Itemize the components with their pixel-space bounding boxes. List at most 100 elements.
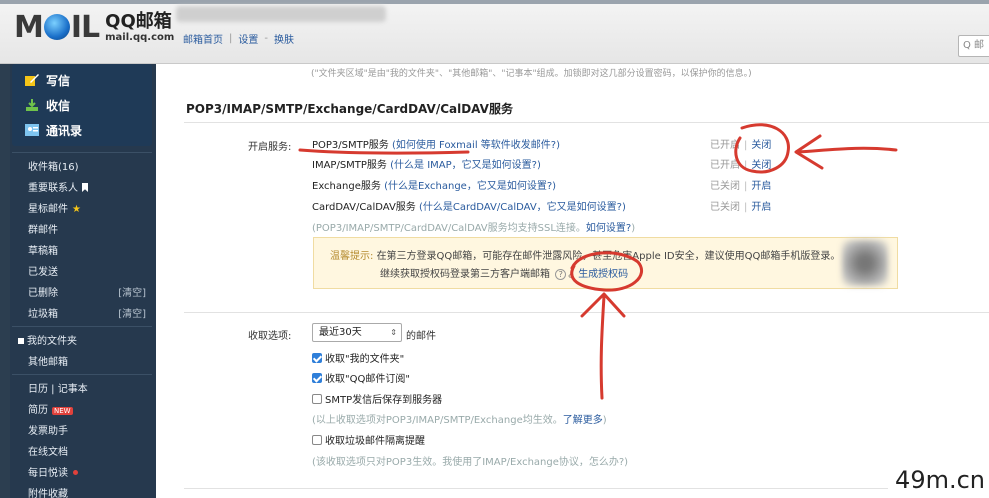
ssl-howto-link[interactable]: 如何设置? [586, 223, 631, 234]
blurred-account-info [176, 6, 386, 22]
folder-lock-note: ("文件夹区域"是由"我的文件夹"、"其他邮箱"、"记事本"组成。加锁即对这几部… [311, 69, 752, 79]
tip-prefix: 温馨提示: [330, 251, 374, 262]
service-name: POP3/SMTP服务 [312, 140, 389, 151]
logo-globe-icon [43, 14, 70, 40]
section-divider [184, 488, 989, 489]
service-row-pop3: POP3/SMTP服务 (如何使用 Foxmail 等软件收发邮件?) [312, 136, 560, 151]
sidebar-item-group-mail[interactable]: 群邮件 [12, 218, 152, 239]
inbox-download-icon [26, 99, 38, 111]
option-smtp-save[interactable]: SMTP发信后保存到服务器 [312, 391, 442, 406]
nav-home-link[interactable]: 邮箱首页 [183, 31, 223, 46]
sidebar-item-spam[interactable]: 垃圾箱 [清空] [12, 302, 152, 323]
sidebar-item-attachments[interactable]: 附件收藏 [12, 482, 152, 498]
sidebar-item-sent[interactable]: 已发送 [12, 260, 152, 281]
sidebar-divider [12, 326, 152, 327]
window-top-strip [0, 0, 989, 4]
service-help-link[interactable]: (什么是Exchange，它又是如何设置?) [384, 181, 556, 192]
enable-carddav-button[interactable]: 开启 [751, 202, 771, 213]
logo-wordmark: M IL [14, 10, 100, 45]
sidebar-item-calendar-notes[interactable]: 日历 | 记事本 [12, 377, 152, 398]
service-name: IMAP/SMTP服务 [312, 160, 387, 171]
compose-button[interactable]: 写信 [24, 68, 70, 92]
sidebar-item-other-mailbox[interactable]: 其他邮箱 [12, 350, 152, 371]
checkbox-checked[interactable] [312, 352, 322, 363]
checkbox-unchecked[interactable] [312, 393, 322, 404]
spam-note: (该收取选项只对POP3生效。我使用了IMAP/Exchange协议，怎么办?) [312, 457, 629, 468]
nav-settings-link[interactable]: 设置 [238, 31, 258, 46]
nav-separator: | [229, 33, 233, 44]
service-status-pop3: 已开启 | 关闭 [710, 140, 772, 151]
checkbox-unchecked[interactable] [312, 434, 322, 445]
empty-spam-link[interactable]: [清空] [118, 305, 146, 320]
service-name: Exchange服务 [312, 181, 381, 192]
receive-options-label: 收取选项: [248, 331, 292, 342]
service-row-exchange: Exchange服务 (什么是Exchange，它又是如何设置?) [312, 177, 556, 192]
service-row-imap: IMAP/SMTP服务 (什么是 IMAP，它又是如何设置?) [312, 156, 541, 171]
select-arrow-icon: ⇕ [390, 328, 397, 337]
search-input[interactable]: Q 邮 [958, 35, 989, 57]
sidebar-item-my-folders[interactable]: 我的文件夹 [12, 329, 152, 350]
sidebar-item-deleted[interactable]: 已删除 [清空] [12, 281, 152, 302]
service-status-imap: 已开启 | 关闭 [710, 160, 772, 171]
blurred-avatar [842, 240, 888, 286]
site-watermark: 49m.cn [895, 466, 985, 494]
option-my-folders[interactable]: 收取"我的文件夹" [312, 350, 404, 365]
nav-skin-link[interactable]: 换肤 [274, 31, 294, 46]
sidebar-item-daily-reading[interactable]: 每日悦读 [12, 461, 152, 482]
receive-range-select[interactable]: 最近30天 ⇕ [312, 323, 402, 342]
quick-actions: 写信 收信 通讯录 [12, 64, 152, 146]
receive-button[interactable]: 收信 [24, 93, 70, 117]
receive-suffix: 的邮件 [406, 331, 436, 342]
learn-more-link[interactable]: 了解更多 [563, 415, 603, 426]
option-qq-subscription[interactable]: 收取"QQ邮件订阅" [312, 370, 410, 385]
disable-imap-button[interactable]: 关闭 [751, 160, 771, 171]
tip-line-2: 继续获取授权码登录第三方客户端邮箱 ? 。生成授权码 [380, 269, 629, 280]
sidebar-divider [12, 374, 152, 375]
option-spam-reminder[interactable]: 收取垃圾邮件隔离提醒 [312, 432, 425, 447]
contacts-icon [25, 124, 39, 136]
sidebar: 写信 收信 通讯录 收件箱(16) 重要联系人 星标邮件 ★ 群邮件 草稿箱 已发… [0, 64, 160, 498]
unread-dot-icon [73, 470, 78, 475]
service-row-carddav: CardDAV/CalDAV服务 (什么是CardDAV/CalDAV，它又是如… [312, 198, 626, 213]
checkbox-checked[interactable] [312, 372, 322, 383]
logo-cn-text: QQ邮箱 [105, 11, 172, 32]
enable-exchange-button[interactable]: 开启 [751, 181, 771, 192]
options-note: (以上收取选项对POP3/IMAP/SMTP/Exchange均生效。了解更多) [312, 415, 607, 426]
sidebar-item-drafts[interactable]: 草稿箱 [12, 239, 152, 260]
open-service-label: 开启服务: [248, 142, 292, 153]
bookmark-icon [82, 183, 88, 192]
service-name: CardDAV/CalDAV服务 [312, 202, 416, 213]
service-help-link[interactable]: (如何使用 Foxmail 等软件收发邮件?) [392, 140, 560, 151]
qq-mail-logo[interactable]: M IL QQ邮箱 mail.qq.com [14, 10, 174, 46]
empty-trash-link[interactable]: [清空] [118, 284, 146, 299]
service-status-carddav: 已关闭 | 开启 [710, 202, 772, 213]
star-icon: ★ [72, 204, 81, 215]
disable-pop3-button[interactable]: 关闭 [751, 140, 771, 151]
sidebar-item-starred[interactable]: 星标邮件 ★ [12, 197, 152, 218]
sidebar-item-inbox[interactable]: 收件箱(16) [12, 155, 152, 176]
top-bar: M IL QQ邮箱 mail.qq.com 邮箱首页 | 设置 - 换肤 Q 邮 [0, 0, 989, 64]
help-question-icon[interactable]: ? [555, 269, 567, 280]
sidebar-divider [12, 152, 152, 153]
warning-tip-box: 温馨提示: 在第三方登录QQ邮箱，可能存在邮件泄露风险，甚至危害Apple ID… [313, 237, 898, 289]
sidebar-item-online-docs[interactable]: 在线文档 [12, 440, 152, 461]
nav-separator: - [264, 33, 268, 44]
sidebar-item-resume[interactable]: 简历 NEW [12, 398, 152, 419]
sidebar-item-important-contacts[interactable]: 重要联系人 [12, 176, 152, 197]
service-status-exchange: 已关闭 | 开启 [710, 181, 772, 192]
section-divider [184, 122, 989, 123]
top-nav: 邮箱首页 | 设置 - 换肤 [183, 31, 294, 46]
service-help-link[interactable]: (什么是CardDAV/CalDAV，它又是如何设置?) [419, 202, 626, 213]
logo-url-text: mail.qq.com [105, 32, 175, 43]
section-divider [184, 312, 989, 313]
new-badge: NEW [52, 407, 73, 415]
generate-auth-code-link[interactable]: 生成授权码 [578, 269, 628, 280]
ssl-note: (POP3/IMAP/SMTP/CardDAV/CalDAV服务均支持SSL连接… [312, 223, 636, 234]
section-title: POP3/IMAP/SMTP/Exchange/CardDAV/CalDAV服务 [186, 102, 513, 116]
compose-icon [25, 74, 39, 86]
tip-line-1: 温馨提示: 在第三方登录QQ邮箱，可能存在邮件泄露风险，甚至危害Apple ID… [330, 251, 841, 262]
contacts-button[interactable]: 通讯录 [24, 118, 82, 142]
collapse-icon [18, 338, 24, 344]
sidebar-item-invoice[interactable]: 发票助手 [12, 419, 152, 440]
service-help-link[interactable]: (什么是 IMAP，它又是如何设置?) [390, 160, 541, 171]
